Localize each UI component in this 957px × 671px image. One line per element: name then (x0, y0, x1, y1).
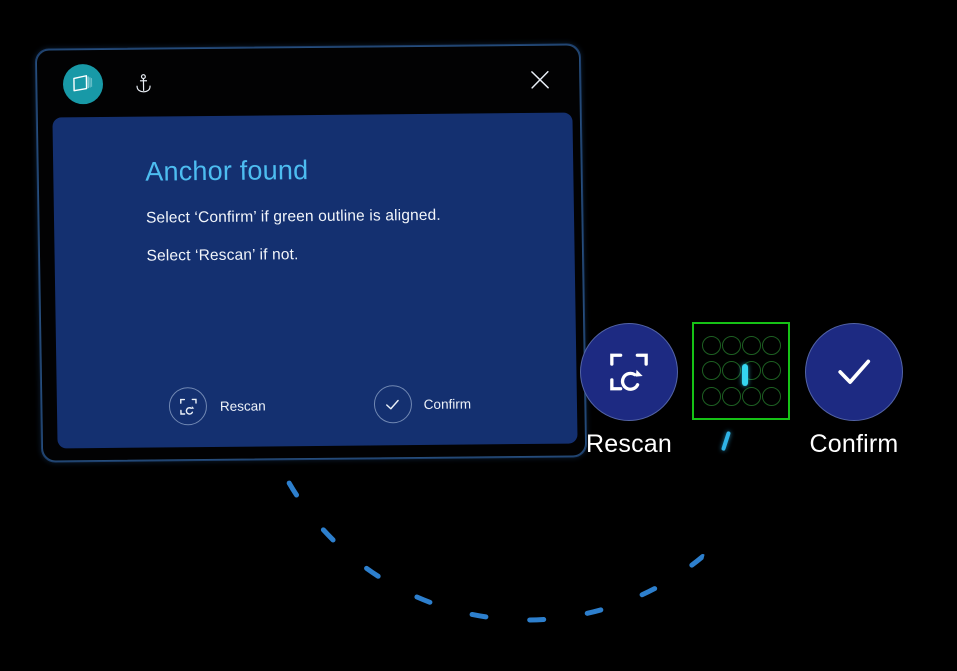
anchor-dot (701, 361, 721, 381)
scan-refresh-icon (179, 398, 197, 415)
anchor-dot (761, 361, 781, 381)
anchor-icon[interactable] (135, 74, 152, 94)
rescan-button[interactable]: Rescan (168, 386, 266, 426)
check-icon (386, 399, 400, 409)
dialog-actions: Rescan Confirm (168, 385, 472, 426)
anchor-dot (741, 386, 761, 406)
scan-refresh-icon (610, 353, 648, 391)
floating-confirm-button[interactable]: Confirm (805, 323, 903, 459)
floating-rescan-label: Rescan (586, 430, 672, 458)
close-button[interactable] (525, 65, 555, 95)
dialog-title: Anchor found (145, 155, 309, 187)
confirm-button[interactable]: Confirm (373, 385, 471, 424)
anchor-dot (721, 336, 741, 356)
dialog-body: Anchor found Select ‘Confirm’ if green o… (52, 113, 574, 267)
rescan-button-circle (168, 387, 208, 426)
slate-app-icon[interactable] (62, 63, 104, 105)
cyan-pointer-tick (721, 430, 731, 452)
floating-confirm-circle (805, 323, 903, 421)
anchor-dot (721, 386, 741, 406)
close-icon (531, 70, 549, 89)
dialog-text-line-2: Select ‘Rescan’ if not. (146, 246, 299, 265)
anchor-dot (701, 336, 721, 356)
anchor-dot (701, 386, 721, 406)
confirm-button-label: Confirm (423, 396, 472, 412)
anchor-dialog-panel: Anchor found Select ‘Confirm’ if green o… (52, 112, 578, 449)
floating-confirm-label: Confirm (809, 430, 899, 458)
mixed-reality-scene: Anchor found Select ‘Confirm’ if green o… (0, 0, 957, 671)
floating-rescan-circle (580, 323, 678, 421)
slate-glyph (73, 75, 93, 92)
anchor-dot-grid (701, 333, 781, 409)
confirm-button-circle (373, 385, 413, 424)
floating-rescan-button[interactable]: Rescan (580, 323, 678, 459)
rescan-button-label: Rescan (219, 397, 266, 414)
check-icon (838, 359, 871, 384)
anchor-dot (761, 336, 781, 356)
anchor-dot (761, 386, 781, 406)
anchor-dot (741, 336, 761, 356)
green-anchor-outline (692, 322, 790, 420)
anchor-dot (721, 361, 741, 381)
window-titlebar (37, 45, 583, 118)
dialog-text-line-1: Select ‘Confirm’ if green outline is ali… (145, 206, 441, 227)
cyan-cursor-bar (742, 364, 748, 386)
anchor-glyph (136, 74, 151, 93)
